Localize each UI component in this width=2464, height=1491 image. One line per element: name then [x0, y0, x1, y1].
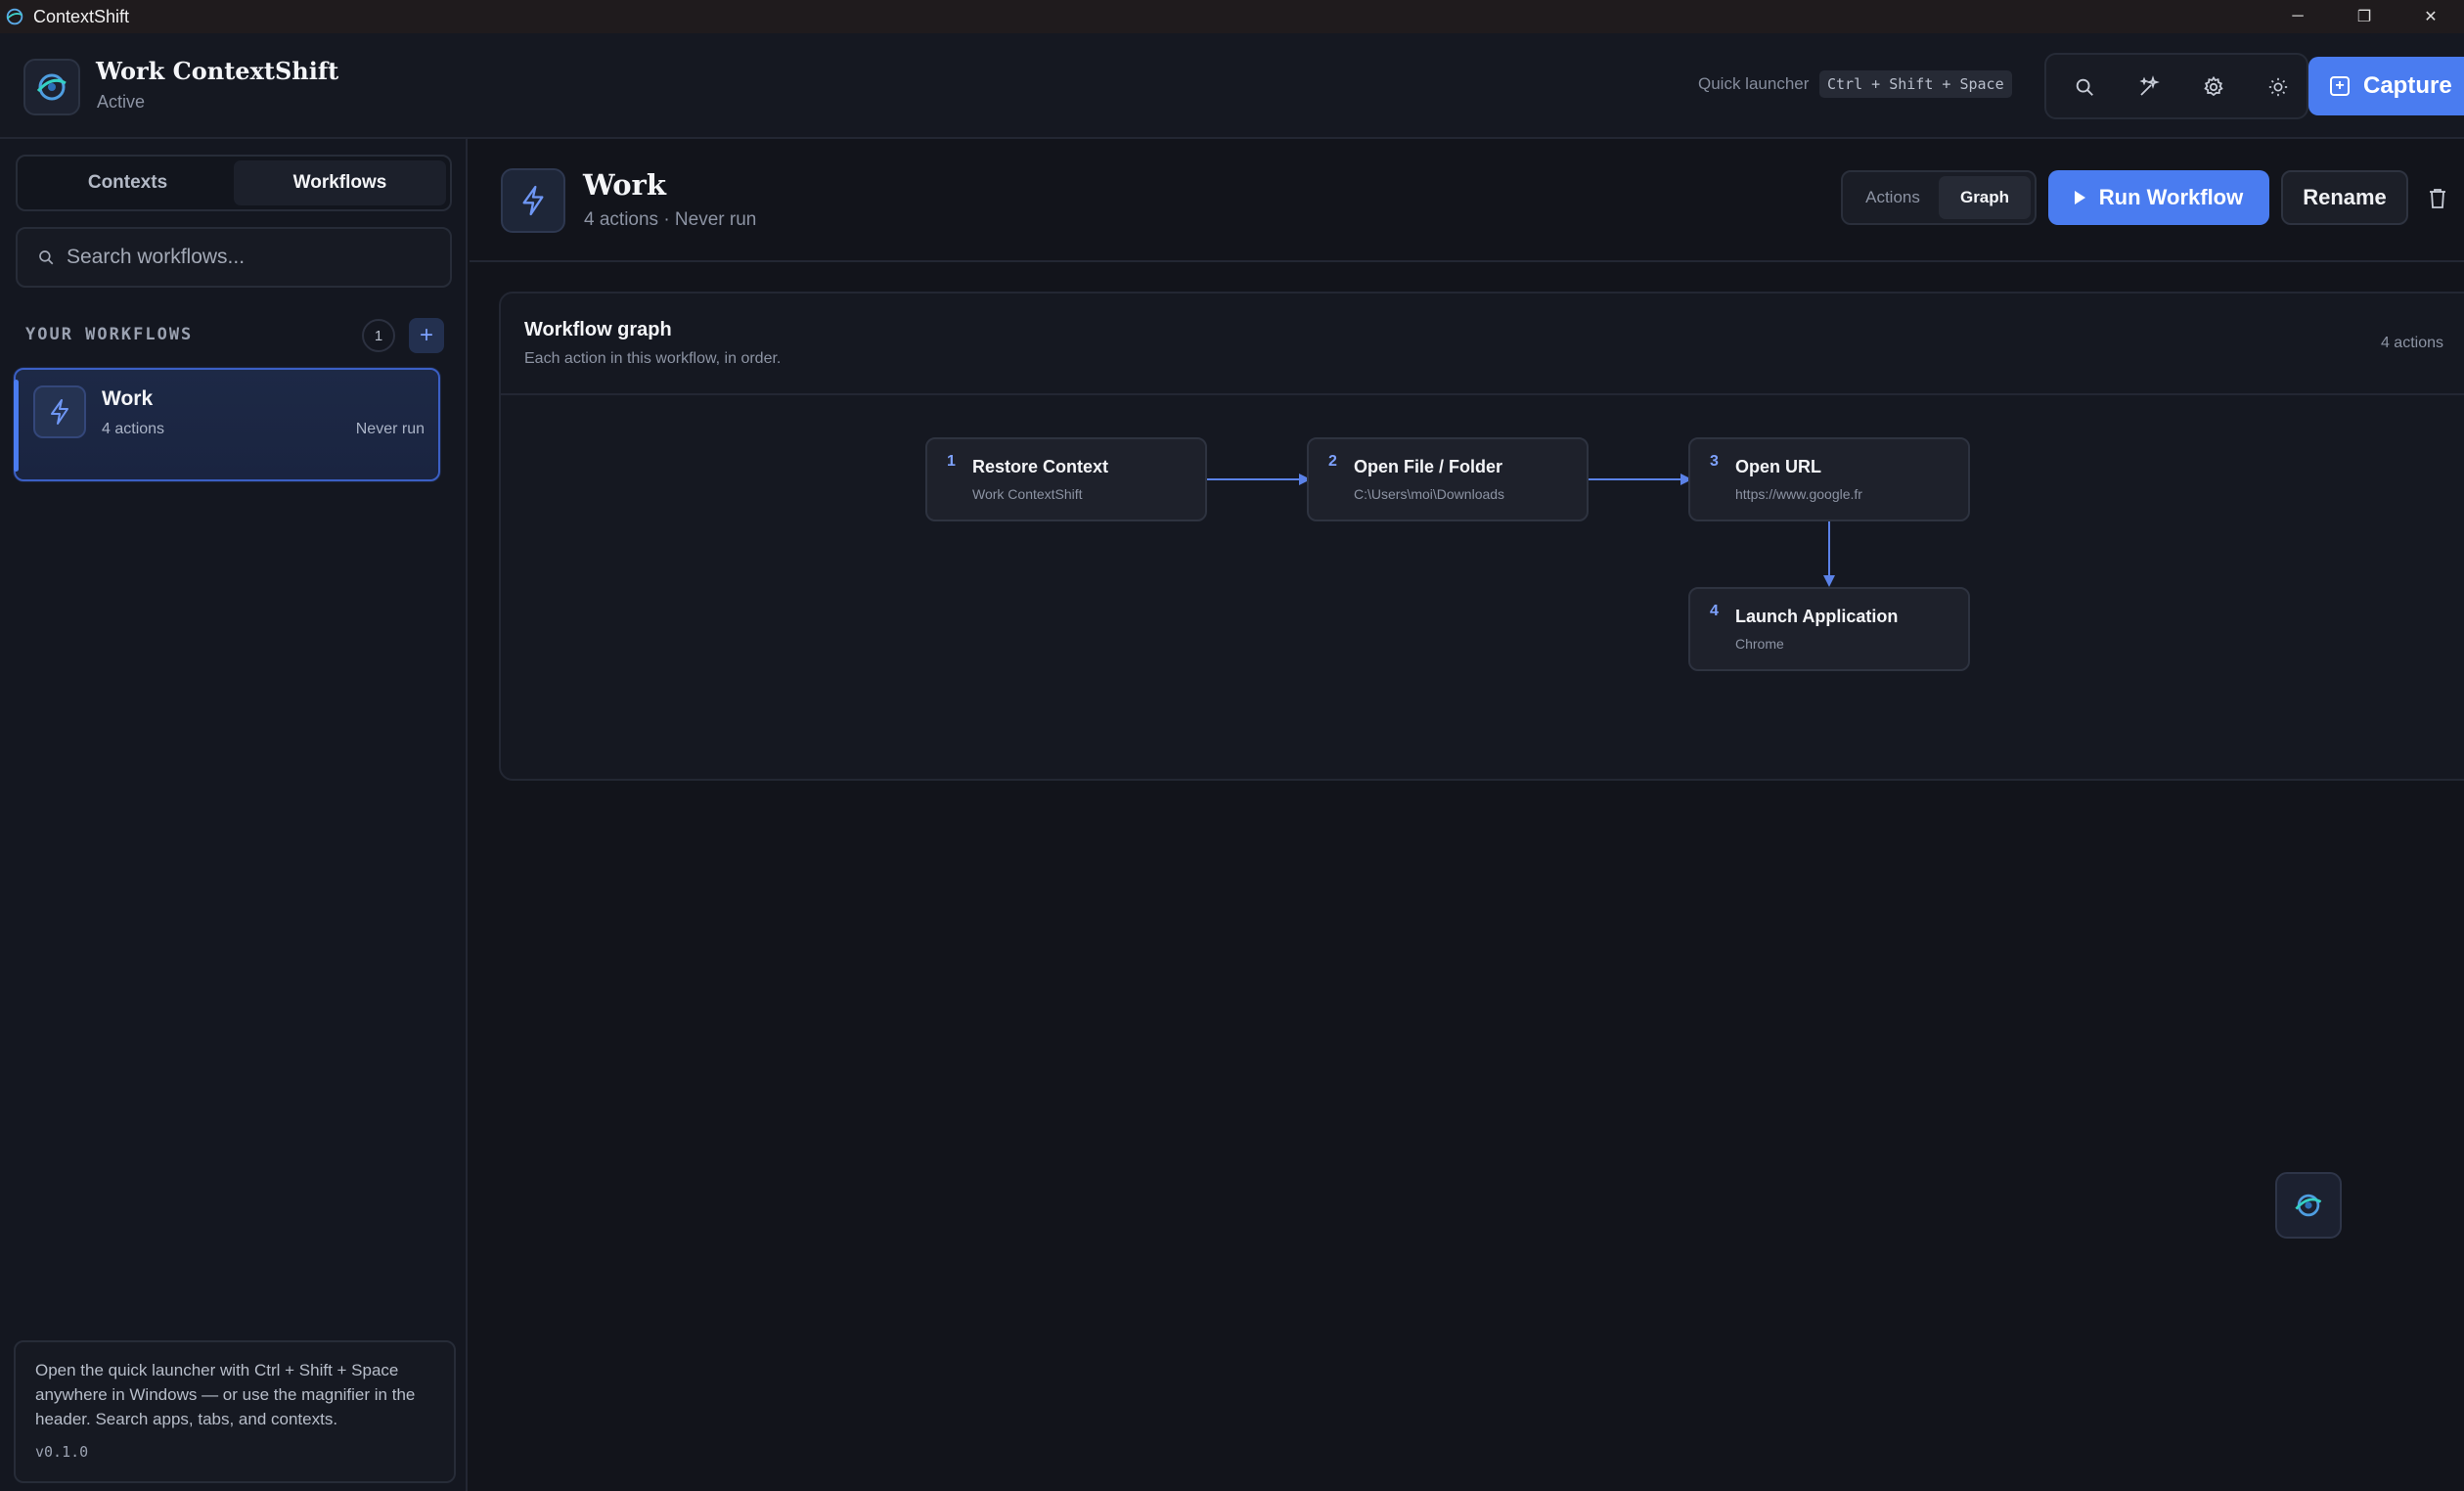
page-subtitle: 4 actions · Never run	[584, 209, 757, 230]
sparkles-icon[interactable]	[2130, 68, 2168, 106]
node-detail: https://www.google.fr	[1735, 486, 1862, 502]
quick-launcher-label: Quick launcher	[1698, 74, 1810, 93]
search-icon[interactable]	[2066, 68, 2103, 106]
tip-text: Open the quick launcher with Ctrl + Shif…	[35, 1361, 416, 1428]
sidebar: Contexts Workflows YOUR WORKFLOWS 1 + Wo…	[0, 139, 468, 1491]
brand-name: Work ContextShift	[96, 57, 339, 85]
node-detail: Work ContextShift	[972, 486, 1083, 502]
header-toolbar	[2044, 53, 2308, 119]
window-titlebar: ContextShift ─ ❐ ✕	[0, 0, 2464, 33]
gear-icon[interactable]	[2195, 68, 2232, 106]
app-logo-icon	[6, 8, 23, 25]
tab-contexts[interactable]: Contexts	[22, 160, 234, 205]
run-workflow-button[interactable]: Run Workflow	[2048, 170, 2269, 225]
workflow-header: Work 4 actions · Never run Actions Graph…	[470, 139, 2464, 262]
search-workflows-input[interactable]	[67, 246, 438, 269]
workflow-name: Work	[102, 387, 154, 410]
sun-icon[interactable]	[2260, 68, 2297, 106]
node-title: Open File / Folder	[1354, 457, 1503, 476]
close-button[interactable]: ✕	[2397, 0, 2464, 33]
play-icon	[2074, 191, 2085, 204]
node-title: Open URL	[1735, 457, 1821, 476]
node-number: 1	[947, 453, 956, 470]
plus-icon: +	[2330, 76, 2350, 96]
capture-button[interactable]: + Capture	[2308, 57, 2464, 115]
floating-launcher-button[interactable]	[2275, 1172, 2342, 1239]
graph-node[interactable]: 3 Open URL https://www.google.fr	[1688, 437, 1970, 521]
graph-node[interactable]: 1 Restore Context Work ContextShift	[925, 437, 1207, 521]
restore-button[interactable]: ❐	[2331, 0, 2397, 33]
node-title: Restore Context	[972, 457, 1109, 476]
add-workflow-button[interactable]: +	[409, 318, 444, 353]
tab-actions[interactable]: Actions	[1847, 176, 1939, 219]
version-label: v0.1.0	[35, 1443, 89, 1461]
rename-button[interactable]: Rename	[2281, 170, 2408, 225]
tab-graph[interactable]: Graph	[1939, 176, 2031, 219]
node-title: Launch Application	[1735, 607, 1899, 626]
workflow-last-run: Never run	[355, 421, 425, 437]
node-number: 4	[1710, 603, 1719, 619]
workflow-graph-panel: Workflow graph Each action in this workf…	[499, 292, 2464, 781]
search-workflows-box	[16, 227, 452, 288]
workflow-action-count: 4 actions	[102, 421, 165, 437]
graph-node[interactable]: 2 Open File / Folder C:\Users\moi\Downlo…	[1307, 437, 1589, 521]
section-title: YOUR WORKFLOWS	[25, 325, 194, 344]
workflow-count-badge: 1	[362, 319, 395, 352]
trash-icon[interactable]	[2424, 184, 2451, 213]
lightning-icon	[501, 168, 565, 233]
lightning-icon	[33, 385, 86, 438]
app-header: Work ContextShift Active Quick launcher …	[0, 33, 2464, 139]
status-text: Active	[97, 92, 146, 112]
brand-logo-icon	[23, 59, 80, 115]
view-toggle: Actions Graph	[1841, 170, 2037, 225]
selected-indicator	[14, 380, 19, 472]
page-title: Work	[583, 168, 666, 202]
minimize-button[interactable]: ─	[2264, 0, 2331, 33]
node-detail: C:\Users\moi\Downloads	[1354, 486, 1505, 502]
graph-connectors	[1207, 474, 1835, 587]
tip-box: Open the quick launcher with Ctrl + Shif…	[14, 1340, 456, 1483]
node-number: 3	[1710, 453, 1719, 470]
sidebar-tabs: Contexts Workflows	[16, 155, 452, 211]
quick-launcher-shortcut: Ctrl + Shift + Space	[1819, 70, 2012, 98]
graph-node[interactable]: 4 Launch Application Chrome	[1688, 587, 1970, 671]
app-logo-icon	[2295, 1194, 2322, 1217]
node-number: 2	[1328, 453, 1337, 470]
window-title: ContextShift	[33, 6, 130, 26]
run-workflow-label: Run Workflow	[2098, 185, 2244, 209]
tab-workflows[interactable]: Workflows	[234, 160, 446, 205]
node-detail: Chrome	[1735, 636, 1784, 652]
search-icon	[39, 250, 54, 265]
capture-label: Capture	[2363, 72, 2452, 99]
workflow-list-item[interactable]: Work 4 actions Never run	[14, 368, 440, 481]
